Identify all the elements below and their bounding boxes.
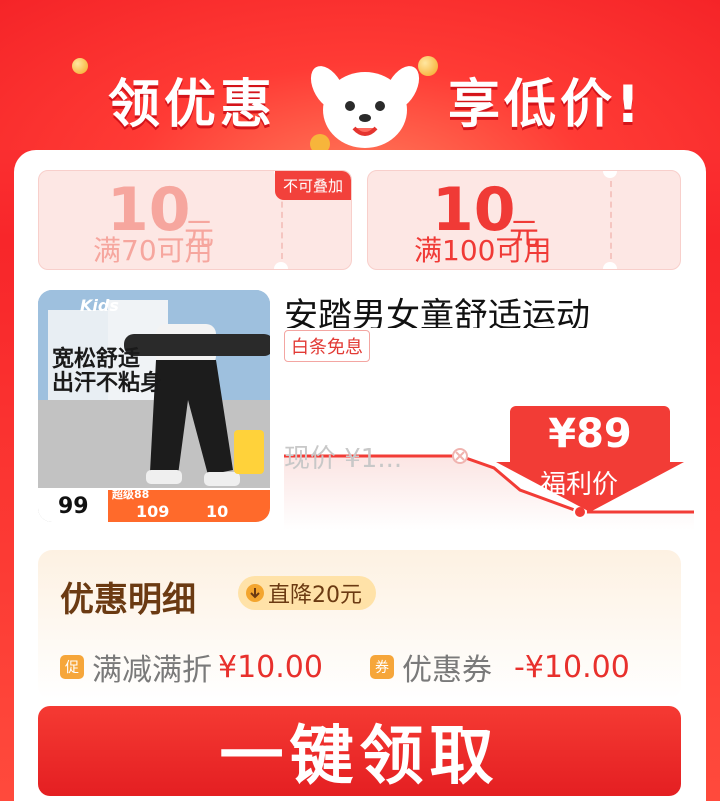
product-photo [38, 290, 270, 522]
promo-card: 10 元 满70可用 不可叠加 10 元 满100可用 Kids 宽松舒适 出汗… [14, 150, 706, 801]
discount-label: 满减满折 [92, 653, 212, 688]
joy-dog-mascot-icon [310, 66, 420, 154]
banner-price-2: 10 [206, 502, 229, 521]
coupon-notch [603, 262, 617, 269]
brand-label: Kids [80, 296, 119, 315]
promo-header: 领优惠 享低价! [0, 0, 720, 154]
detail-title: 优惠明细 [60, 580, 196, 620]
discount-value: ¥10.00 [218, 649, 323, 685]
price-drop-chart: 现价 ¥1... ¥89 福利价 [284, 400, 694, 530]
header-right-title: 享低价! [448, 75, 644, 135]
price-drop-badge: 直降20元 [238, 576, 376, 610]
coupon-card[interactable]: 10 元 满70可用 不可叠加 [38, 170, 352, 270]
deal-price: ¥89 [548, 411, 632, 457]
coupon-notch [603, 171, 617, 178]
coin-decoration [72, 58, 88, 74]
deal-price-box: ¥89 [510, 406, 670, 462]
coupon-icon: 券 [370, 655, 394, 679]
banner-price-1: 109 [136, 502, 170, 521]
discount-detail-panel: 优惠明细 直降20元 促 满减满折 ¥10.00 券 优惠券 -¥10.00 [38, 550, 681, 700]
discount-label: 优惠券 [402, 653, 492, 688]
installment-tag: 白条免息 [284, 330, 370, 362]
coupon-condition: 满70可用 [93, 234, 213, 267]
header-left-title: 领优惠 [108, 75, 277, 135]
discount-row-full-reduction: 促 满减满折 ¥10.00 [60, 645, 323, 689]
coupon-divider [610, 181, 612, 259]
product-image[interactable]: Kids 宽松舒适 出汗不粘身 超级88 99 109 10 [38, 290, 270, 522]
arrow-down-icon [246, 584, 264, 602]
product-title[interactable]: 安踏男女童舒适运动 [284, 288, 684, 328]
claim-all-button[interactable]: 一键领取 [38, 706, 681, 796]
image-headline-2: 出汗不粘身 [52, 371, 163, 396]
deal-price-label: 福利价 [540, 470, 619, 500]
promo-icon: 促 [60, 655, 84, 679]
coupon-card[interactable]: 10 元 满100可用 [367, 170, 681, 270]
image-headline: 宽松舒适 出汗不粘身 [52, 348, 162, 396]
image-price-tag: 99 [58, 494, 89, 519]
promo-tag: 超级88 [112, 488, 150, 501]
image-headline-1: 宽松舒适 [52, 347, 141, 372]
coupon-notch [274, 262, 288, 269]
coupon-condition: 满100可用 [414, 234, 552, 267]
discount-value: -¥10.00 [514, 649, 630, 685]
price-drop-text: 直降20元 [268, 583, 362, 608]
discount-row-coupon: 券 优惠券 -¥10.00 [370, 645, 630, 689]
not-stackable-badge: 不可叠加 [274, 171, 351, 200]
current-price-label: 现价 ¥1... [284, 444, 403, 474]
